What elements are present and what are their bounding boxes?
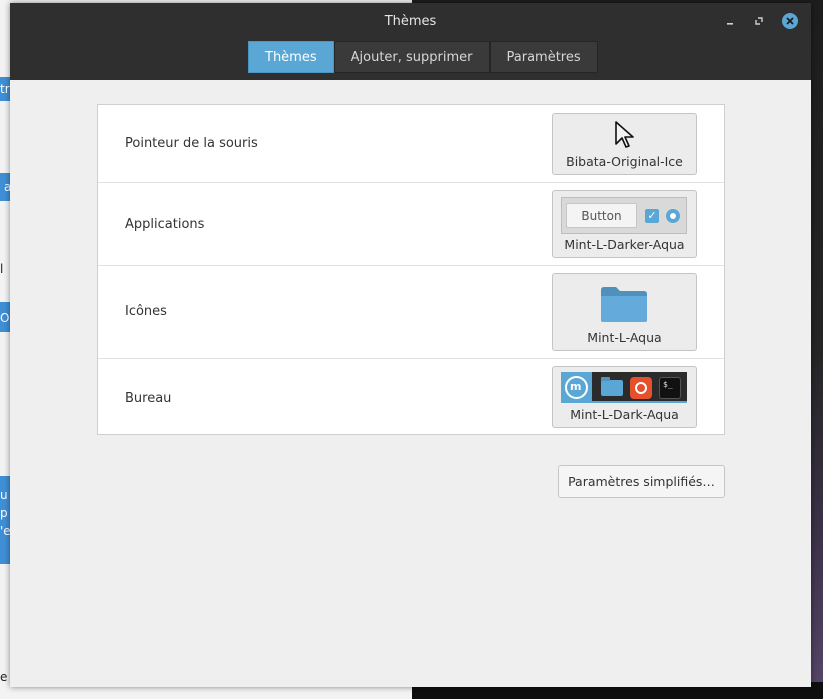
applications-theme-button[interactable]: Button ✓ Mint-L-Darker-Aqua (552, 190, 697, 258)
row-label: Pointeur de la souris (125, 136, 258, 151)
background-strip (0, 685, 412, 699)
terminal-icon: $_ (659, 377, 681, 399)
window-title: Thèmes (384, 14, 437, 29)
minimize-button[interactable] (722, 13, 738, 29)
checkbox-icon: ✓ (645, 209, 659, 223)
list-item: Bureau m $_ Mint-L-Dark-Aqua (98, 359, 724, 434)
cursor-theme-button[interactable]: Bibata-Original-Ice (552, 113, 697, 175)
list-item: Pointeur de la souris Bibata-Original-Ic… (98, 105, 724, 183)
row-label: Bureau (125, 391, 172, 406)
titlebar: Thèmes Thèmes Ajouter, supprimer Paramèt… (10, 3, 811, 80)
theme-list: Pointeur de la souris Bibata-Original-Ic… (97, 104, 725, 435)
row-label: Applications (125, 217, 205, 232)
list-item: Applications Button ✓ Mint-L-Darker-Aqua (98, 183, 724, 266)
folder-icon (601, 287, 647, 322)
close-icon (786, 17, 794, 25)
background-tab: Ou (0, 302, 10, 332)
row-label: Icônes (125, 304, 167, 319)
background-text: l (0, 262, 4, 276)
theme-name: Bibata-Original-Ice (566, 154, 683, 169)
tab-add-remove[interactable]: Ajouter, supprimer (333, 41, 490, 73)
background-text: e (0, 670, 8, 684)
tab-themes[interactable]: Thèmes (248, 41, 334, 73)
panel-indicator (592, 401, 687, 403)
folder-icon (601, 377, 623, 396)
mint-menu-icon: m (561, 372, 592, 403)
panel-preview: m $_ (561, 372, 687, 403)
minimize-icon (727, 23, 733, 25)
list-item: Icônes Mint-L-Aqua (98, 266, 724, 359)
theme-name: Mint-L-Dark-Aqua (570, 407, 679, 422)
tab-settings[interactable]: Paramètres (489, 41, 598, 73)
theme-name: Mint-L-Aqua (587, 330, 662, 345)
icons-theme-button[interactable]: Mint-L-Aqua (552, 273, 697, 351)
preview-button: Button (566, 203, 637, 228)
background-tab: tr (0, 77, 10, 101)
cursor-arrow-icon (615, 121, 634, 148)
desktop-theme-button[interactable]: m $_ Mint-L-Dark-Aqua (552, 366, 697, 428)
radio-icon (666, 209, 680, 223)
theme-name: Mint-L-Darker-Aqua (564, 237, 685, 252)
background-tab: u p 'e (0, 476, 10, 564)
widget-preview: Button ✓ (561, 197, 687, 234)
themes-window: Thèmes Thèmes Ajouter, supprimer Paramèt… (10, 3, 811, 687)
maximize-icon (755, 17, 763, 25)
maximize-button[interactable] (751, 13, 767, 29)
tab-bar: Thèmes Ajouter, supprimer Paramètres (248, 41, 598, 73)
background-tab: a (0, 173, 10, 201)
firefox-icon (630, 377, 652, 399)
simple-settings-button[interactable]: Paramètres simplifiés… (558, 465, 725, 498)
close-button[interactable] (782, 13, 798, 29)
